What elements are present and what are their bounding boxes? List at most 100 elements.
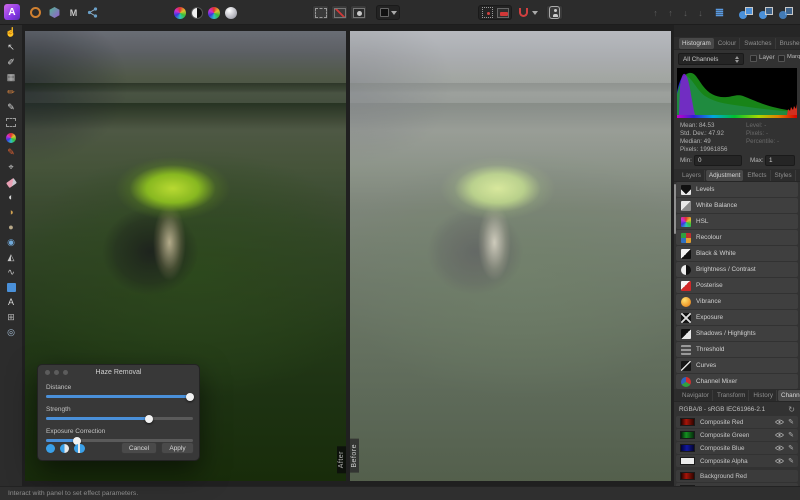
- tab-history[interactable]: History: [750, 390, 777, 401]
- sponge-tool[interactable]: ●: [0, 220, 22, 235]
- mesh-warp-tool[interactable]: ⊞: [0, 310, 22, 325]
- single-view-icon[interactable]: [46, 444, 55, 453]
- tab-channels[interactable]: Channels: [778, 390, 800, 401]
- selection-subtract-button[interactable]: [758, 5, 773, 20]
- quick-mask-button[interactable]: [350, 5, 367, 20]
- dodge-tool[interactable]: ◐: [0, 190, 22, 205]
- channel-composite-green[interactable]: Composite Green ✎: [676, 429, 798, 441]
- export-persona-icon[interactable]: [85, 5, 100, 20]
- adjustment-brightness-contrast[interactable]: Brightness / Contrast: [676, 262, 798, 277]
- photo-persona-icon[interactable]: A: [4, 4, 20, 20]
- adjustment-channel-mixer[interactable]: Channel Mixer: [676, 374, 798, 389]
- adjustment-threshold[interactable]: Threshold: [676, 342, 798, 357]
- blur-tool[interactable]: ◉: [0, 235, 22, 250]
- adjustment-shadows-highlights[interactable]: Shadows / Highlights: [676, 326, 798, 341]
- shape-tool[interactable]: [0, 280, 22, 295]
- pixel-alignment-icon[interactable]: [497, 8, 509, 18]
- refresh-icon[interactable]: ↻: [788, 405, 795, 414]
- eye-icon[interactable]: [775, 432, 784, 438]
- tab-histogram[interactable]: Histogram: [679, 38, 714, 49]
- strength-slider-handle[interactable]: [145, 415, 153, 423]
- text-tool[interactable]: A: [0, 295, 22, 310]
- eraser-tool[interactable]: [0, 175, 22, 190]
- histogram-min-input[interactable]: [694, 155, 742, 166]
- channel-composite-red[interactable]: Composite Red ✎: [676, 416, 798, 428]
- pencil-icon[interactable]: ✎: [788, 444, 794, 452]
- auto-contrast-button[interactable]: [189, 5, 204, 20]
- adjustment-recolour[interactable]: Recolour: [676, 230, 798, 245]
- adjustment-hsl[interactable]: HSL: [676, 214, 798, 229]
- haze-removal-dialog[interactable]: Haze Removal Distance Strength Exposure …: [37, 364, 200, 461]
- eye-icon[interactable]: [775, 445, 784, 451]
- pencil-icon[interactable]: ✎: [788, 418, 794, 426]
- move-backward-button[interactable]: ↓: [678, 5, 693, 20]
- tab-swatches[interactable]: Swatches: [741, 38, 775, 49]
- show-marching-ants-button[interactable]: [312, 5, 329, 20]
- adjustment-white-balance[interactable]: White Balance: [676, 198, 798, 213]
- auto-levels-button[interactable]: [223, 5, 238, 20]
- selection-mode-dropdown[interactable]: [376, 5, 400, 20]
- eye-icon[interactable]: [775, 458, 784, 464]
- tab-styles[interactable]: Styles: [772, 170, 796, 181]
- adjustment-curves[interactable]: Curves: [676, 358, 798, 373]
- adjustment-scrollbar[interactable]: [674, 184, 676, 234]
- tab-brushes[interactable]: Brushes: [777, 38, 800, 49]
- channel-composite-blue[interactable]: Composite Blue ✎: [676, 442, 798, 454]
- liquify-persona-icon[interactable]: [28, 5, 43, 20]
- auto-colours-button[interactable]: [172, 5, 187, 20]
- tab-effects[interactable]: Effects: [744, 170, 770, 181]
- crop-tool[interactable]: ▦: [0, 70, 22, 85]
- split-view-icon[interactable]: [60, 444, 69, 453]
- pencil-icon[interactable]: ✎: [788, 431, 794, 439]
- channel-dropdown[interactable]: All Channels: [678, 53, 744, 65]
- tone-mapping-persona-icon[interactable]: M: [66, 5, 81, 20]
- channel-background-red[interactable]: Background Red: [676, 470, 798, 482]
- view-tool[interactable]: ☝: [0, 25, 22, 40]
- selection-brush-tool[interactable]: ✏: [0, 85, 22, 100]
- before-image[interactable]: Before: [350, 31, 671, 481]
- adjustment-exposure[interactable]: Exposure: [676, 310, 798, 325]
- cancel-button[interactable]: Cancel: [121, 442, 157, 454]
- smudge-tool[interactable]: ∿: [0, 265, 22, 280]
- tab-colour[interactable]: Colour: [715, 38, 741, 49]
- colour-wheel-tool[interactable]: [0, 130, 22, 145]
- distance-slider[interactable]: [46, 395, 193, 398]
- adjustment-posterise[interactable]: Posterise: [676, 278, 798, 293]
- tab-navigator[interactable]: Navigator: [679, 390, 713, 401]
- distance-slider-handle[interactable]: [186, 393, 194, 401]
- paint-brush-tool[interactable]: ✎: [0, 145, 22, 160]
- assistant-button[interactable]: [546, 5, 563, 20]
- selection-add-button[interactable]: [738, 5, 753, 20]
- tab-transform[interactable]: Transform: [714, 390, 749, 401]
- tab-layers[interactable]: Layers: [679, 170, 705, 181]
- alignment-button[interactable]: ≣: [712, 5, 727, 20]
- strength-slider[interactable]: [46, 417, 193, 420]
- rectangular-marquee-tool[interactable]: [0, 115, 22, 130]
- develop-persona-icon[interactable]: [47, 5, 62, 20]
- selection-intersect-button[interactable]: [778, 5, 793, 20]
- sharpen-tool[interactable]: ◭: [0, 250, 22, 265]
- colour-picker-tool[interactable]: ✐: [0, 55, 22, 70]
- auto-white-balance-button[interactable]: [206, 5, 221, 20]
- document-canvas[interactable]: After Before Haze Removal Distance Stren…: [22, 25, 674, 486]
- eye-icon[interactable]: [775, 419, 784, 425]
- snapping-dropdown[interactable]: [531, 5, 539, 20]
- show-selection-edges-button[interactable]: [331, 5, 348, 20]
- layer-checkbox[interactable]: [750, 55, 757, 62]
- move-to-front-button[interactable]: ↑: [648, 5, 663, 20]
- mirror-view-icon[interactable]: [74, 444, 85, 453]
- zoom-tool[interactable]: ◎: [0, 325, 22, 340]
- apply-button[interactable]: Apply: [161, 442, 194, 454]
- adjustment-levels[interactable]: Levels: [676, 182, 798, 197]
- move-forward-button[interactable]: ↑: [663, 5, 678, 20]
- move-tool[interactable]: ↖: [0, 40, 22, 55]
- clone-stamp-tool[interactable]: ⌖: [0, 160, 22, 175]
- move-to-back-button[interactable]: ↓: [693, 5, 708, 20]
- adjustment-black-white[interactable]: Black & White: [676, 246, 798, 261]
- marquee-checkbox[interactable]: [778, 55, 785, 62]
- snapping-grid-icon[interactable]: [482, 7, 493, 18]
- channel-composite-alpha[interactable]: Composite Alpha ✎: [676, 455, 798, 467]
- burn-tool[interactable]: ◑: [0, 205, 22, 220]
- tab-adjustment[interactable]: Adjustment: [706, 170, 744, 181]
- histogram-max-input[interactable]: [765, 155, 795, 166]
